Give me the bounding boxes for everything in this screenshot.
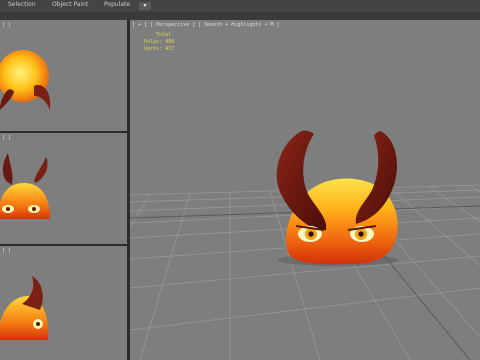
tab-selection[interactable]: Selection <box>8 1 36 8</box>
tab-populate[interactable]: Populate <box>104 1 130 8</box>
perspective-scene <box>130 130 480 360</box>
viewport-front[interactable]: [ ] <box>0 133 127 244</box>
viewport-top[interactable]: [ ] <box>0 20 127 131</box>
viewport-left[interactable]: [ ] <box>0 246 127 360</box>
viewport-perspective[interactable]: [ + ] [ Perspective ] [ Smooth + Highlig… <box>130 20 480 360</box>
slime-front-view <box>0 153 50 219</box>
tab-object-paint[interactable]: Object Paint <box>52 1 88 8</box>
slime-side-view <box>0 276 49 340</box>
slime-top-view <box>0 50 51 110</box>
ribbon-subbar <box>0 12 480 20</box>
ribbon-toggle-icon[interactable]: ▾ <box>139 2 151 10</box>
